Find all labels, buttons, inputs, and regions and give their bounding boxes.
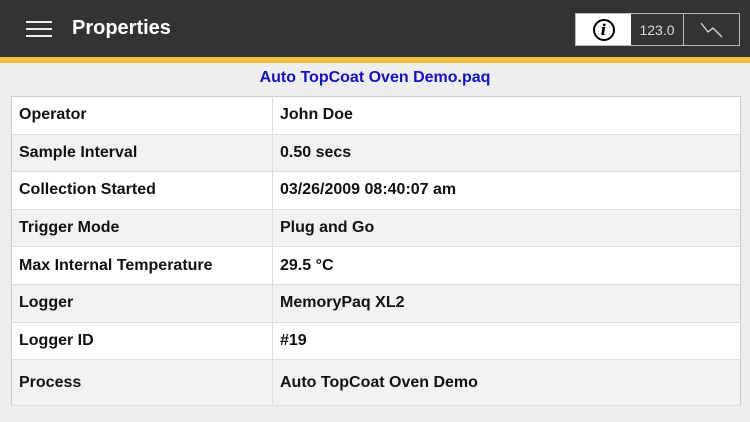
property-value: MemoryPaq XL2 (272, 284, 741, 323)
info-icon: i (592, 18, 615, 41)
property-value: Plug and Go (272, 209, 741, 248)
property-value: Auto TopCoat Oven Demo (272, 359, 741, 407)
properties-table: Operator John Doe Sample Interval 0.50 sec… (11, 96, 741, 407)
property-label: Collection Started (11, 171, 273, 210)
table-row: Trigger Mode Plug and Go (11, 209, 741, 248)
property-value: #19 (272, 322, 741, 361)
table-row: Process Auto TopCoat Oven Demo (11, 359, 741, 407)
property-label: Max Internal Temperature (11, 246, 273, 285)
accent-stripe (0, 57, 750, 63)
property-value: 29.5 °C (272, 246, 741, 285)
table-row: Max Internal Temperature 29.5 °C (11, 246, 741, 285)
table-row: Collection Started 03/26/2009 08:40:07 am (11, 171, 741, 210)
table-row: Logger ID #19 (11, 322, 741, 361)
property-label: Logger (11, 284, 273, 323)
property-label: Operator (11, 96, 273, 135)
page-title: Properties (72, 17, 171, 39)
property-value: 03/26/2009 08:40:07 am (272, 171, 741, 210)
table-row: Logger MemoryPaq XL2 (11, 284, 741, 323)
app-header: Properties i 123.0 (0, 0, 750, 57)
file-name: Auto TopCoat Oven Demo.paq (259, 69, 491, 86)
property-value: 0.50 secs (272, 134, 741, 173)
table-row: Sample Interval 0.50 secs (11, 134, 741, 173)
info-view-button[interactable]: i (576, 14, 631, 45)
property-label: Process (11, 359, 273, 407)
property-label: Trigger Mode (11, 209, 273, 248)
graph-view-button[interactable] (684, 14, 739, 45)
property-value: John Doe (272, 96, 741, 135)
numeric-view-button[interactable]: 123.0 (631, 14, 684, 45)
hamburger-menu-icon[interactable] (26, 21, 52, 39)
property-label: Logger ID (11, 322, 273, 361)
property-label: Sample Interval (11, 134, 273, 173)
table-row: Operator John Doe (11, 96, 741, 135)
view-toolbar: i 123.0 (575, 13, 740, 46)
line-chart-icon (699, 22, 722, 37)
